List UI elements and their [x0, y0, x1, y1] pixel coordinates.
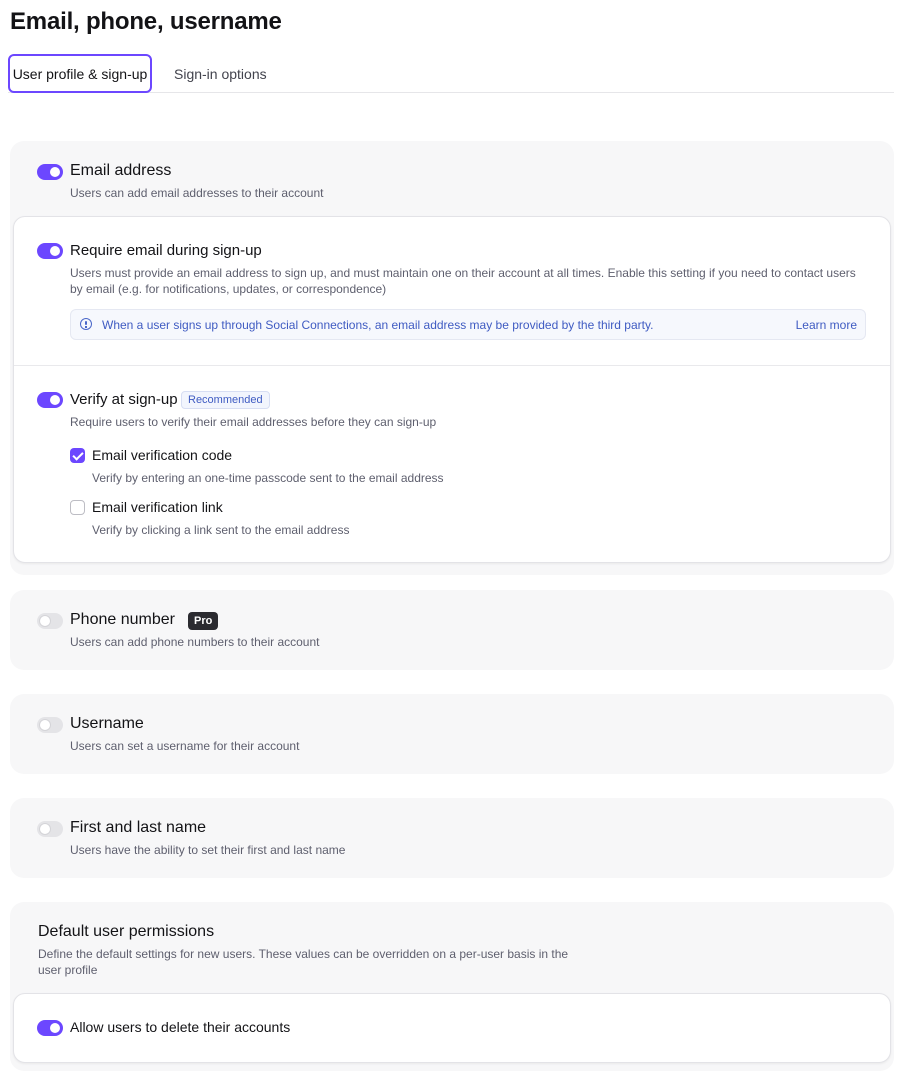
email-verification-link-checkbox[interactable] [70, 500, 85, 515]
info-text: When a user signs up through Social Conn… [102, 318, 654, 332]
phone-number-card: Phone number Pro Users can add phone num… [10, 590, 894, 670]
require-email-toggle[interactable] [37, 243, 63, 259]
username-title: Username [70, 715, 144, 732]
email-verification-code-checkbox[interactable] [70, 448, 85, 463]
tab-bar: User profile & sign-up Sign-in options [8, 54, 894, 93]
email-address-card: Email address Users can add email addres… [10, 141, 894, 575]
page-title: Email, phone, username [10, 8, 282, 35]
learn-more-link[interactable]: Learn more [796, 318, 857, 332]
email-settings-panel: Require email during sign-up Users must … [13, 216, 891, 563]
username-toggle[interactable] [37, 717, 63, 733]
first-last-name-card: First and last name Users have the abili… [10, 798, 894, 878]
email-verification-link-label[interactable]: Email verification link [92, 499, 223, 515]
username-card: Username Users can set a username for th… [10, 694, 894, 774]
phone-number-description: Users can add phone numbers to their acc… [70, 635, 320, 649]
first-last-name-toggle[interactable] [37, 821, 63, 837]
allow-delete-accounts-label: Allow users to delete their accounts [70, 1019, 291, 1035]
email-verification-code-description: Verify by entering an one-time passcode … [92, 471, 444, 485]
verify-at-sign-up-toggle[interactable] [37, 392, 63, 408]
verify-at-sign-up-description: Require users to verify their email addr… [70, 415, 437, 429]
email-verification-code-label[interactable]: Email verification code [92, 447, 232, 463]
pro-badge: Pro [188, 612, 219, 630]
verify-at-sign-up-title: Verify at sign-up [70, 391, 178, 408]
phone-number-toggle[interactable] [37, 613, 63, 629]
default-user-permissions-description-line1: Define the default settings for new user… [38, 947, 569, 961]
email-address-title: Email address [70, 162, 172, 179]
social-connections-info-box: When a user signs up through Social Conn… [70, 309, 866, 340]
require-email-title: Require email during sign-up [70, 242, 262, 259]
default-user-permissions-card: Default user permissions Define the defa… [10, 902, 894, 1071]
default-user-permissions-description-line2: user profile [38, 963, 98, 977]
default-user-permissions-title: Default user permissions [38, 923, 215, 940]
email-verification-link-description: Verify by clicking a link sent to the em… [92, 523, 350, 537]
username-description: Users can set a username for their accou… [70, 739, 300, 753]
info-icon [80, 318, 92, 330]
require-email-description: Users must provide an email address to s… [70, 266, 856, 296]
email-address-toggle[interactable] [37, 164, 63, 180]
first-last-name-description: Users have the ability to set their firs… [70, 843, 346, 857]
first-last-name-title: First and last name [70, 819, 207, 836]
recommended-badge: Recommended [181, 391, 270, 409]
email-address-description: Users can add email addresses to their a… [70, 186, 324, 200]
divider [14, 365, 890, 366]
tab-user-profile-sign-up[interactable]: User profile & sign-up [8, 54, 152, 93]
phone-number-title: Phone number [70, 611, 175, 628]
permissions-panel: Allow users to delete their accounts [13, 993, 891, 1063]
allow-delete-accounts-toggle[interactable] [37, 1020, 63, 1036]
tab-sign-in-options[interactable]: Sign-in options [174, 54, 267, 93]
